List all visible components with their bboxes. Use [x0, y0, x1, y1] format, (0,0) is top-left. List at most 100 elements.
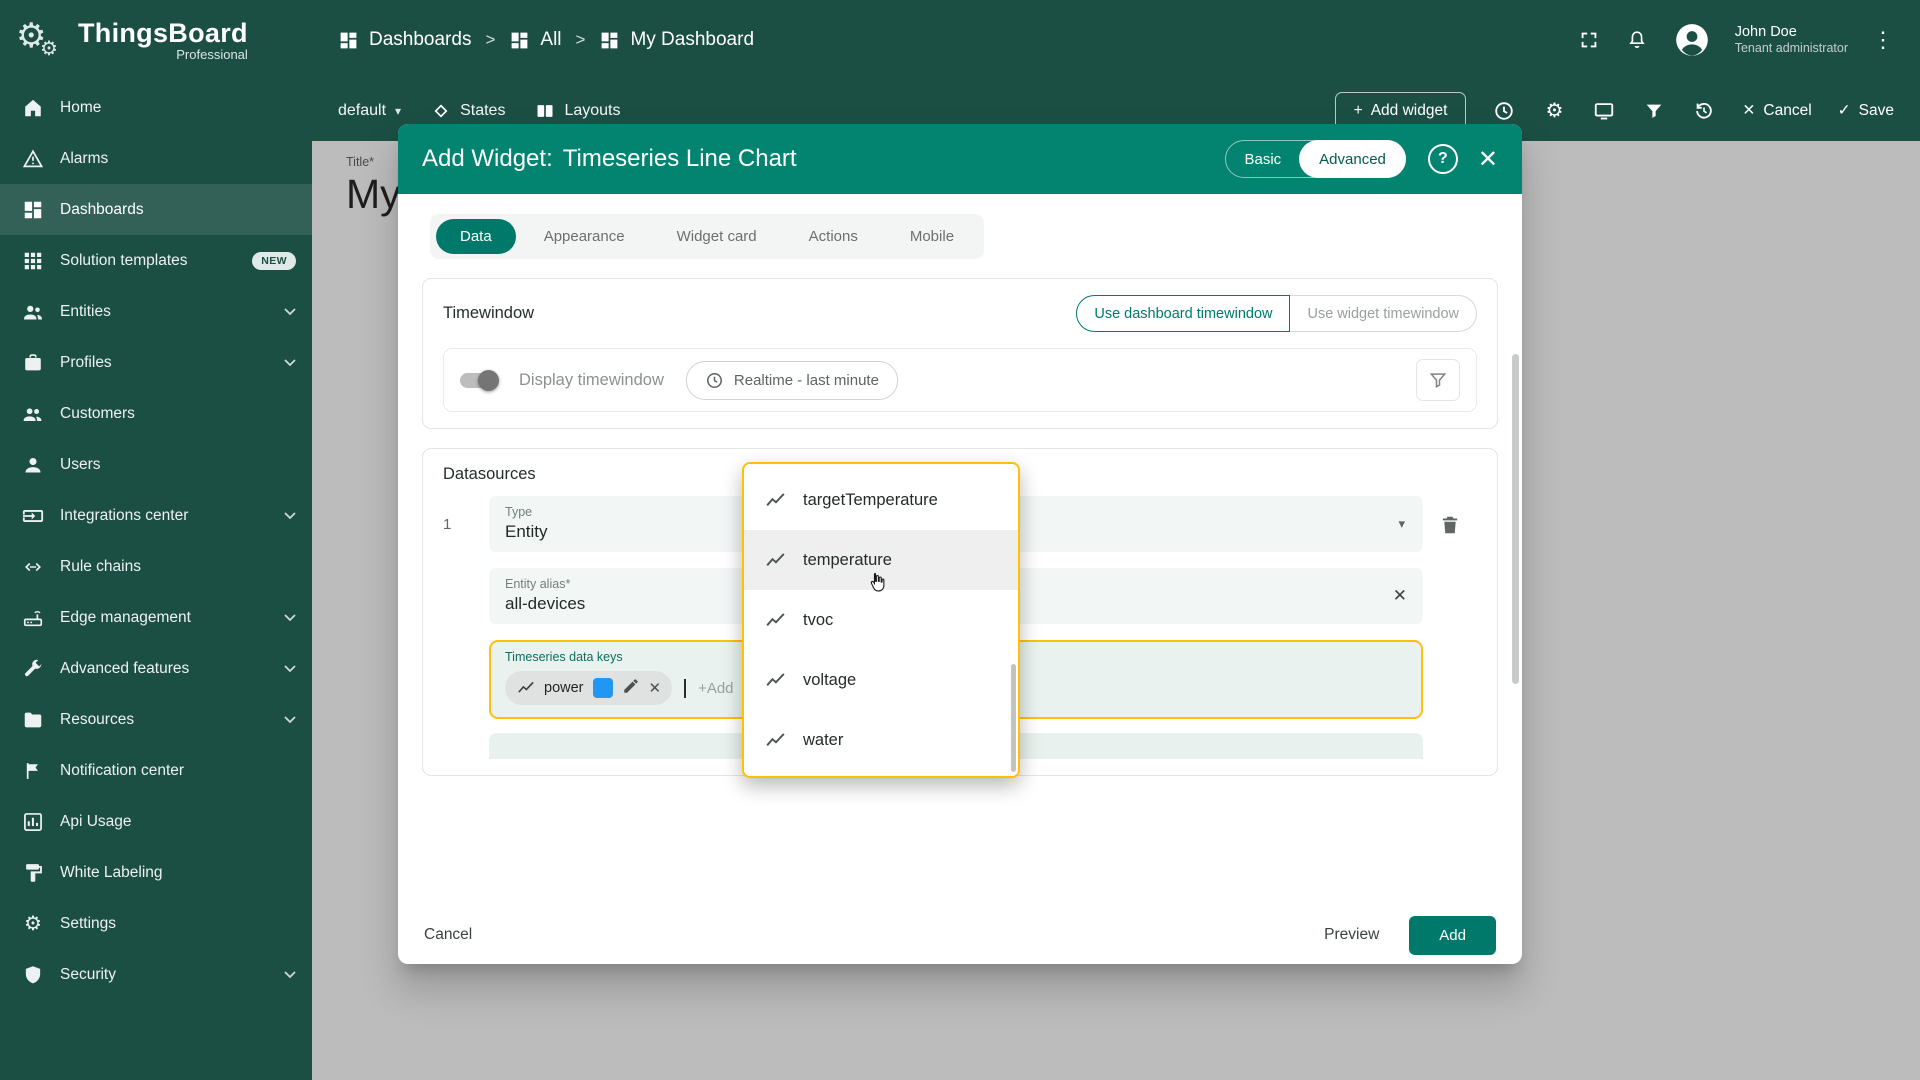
sidebar-item-users[interactable]: Users: [0, 439, 312, 490]
breadcrumb-separator: >: [575, 30, 586, 49]
realtime-timewindow-button[interactable]: Realtime - last minute: [685, 360, 898, 400]
save-dashboard-button[interactable]: ✓ Save: [1838, 101, 1894, 120]
use-dashboard-timewindow-button[interactable]: Use dashboard timewindow: [1076, 295, 1291, 332]
key-color-box[interactable]: [592, 678, 613, 698]
timewindow-row: Display timewindow Realtime - last minut…: [443, 348, 1477, 412]
breadcrumb: Dashboards > All > My Dashboard: [338, 29, 754, 51]
edge-management-icon: [22, 607, 44, 629]
chevron-down-icon: [284, 711, 296, 729]
sidebar-item-integrations-center[interactable]: Integrations center: [0, 490, 312, 541]
state-selector[interactable]: default ▾: [338, 102, 401, 120]
filters-icon[interactable]: [1642, 99, 1666, 123]
clear-alias-icon[interactable]: ✕: [1393, 586, 1407, 606]
sidebar-item-advanced-features[interactable]: Advanced features: [0, 643, 312, 694]
help-icon[interactable]: ?: [1427, 144, 1458, 174]
thingsboard-logo-icon: ⚙ ⚙: [16, 17, 58, 60]
alarms-icon: [22, 148, 44, 170]
tab-data[interactable]: Data: [436, 219, 516, 254]
logo[interactable]: ⚙ ⚙ ThingsBoard Professional: [0, 0, 312, 80]
add-key-input[interactable]: +Add: [698, 680, 733, 697]
entity-aliases-icon[interactable]: [1592, 99, 1616, 123]
dialog-add-button[interactable]: Add: [1409, 915, 1496, 955]
timewindow-source-toggle: Use dashboard timewindow Use widget time…: [1076, 295, 1477, 332]
fullscreen-icon[interactable]: [1577, 28, 1601, 52]
option-voltage[interactable]: voltage: [744, 650, 1018, 710]
data-key-chip-power[interactable]: power ✕: [505, 671, 673, 705]
sidebar-item-solution-templates[interactable]: Solution templates NEW: [0, 235, 312, 286]
option-tvoc[interactable]: tvoc: [744, 590, 1018, 650]
cancel-edit-button[interactable]: ✕ Cancel: [1742, 101, 1811, 120]
tab-mobile[interactable]: Mobile: [886, 219, 978, 254]
tab-actions[interactable]: Actions: [785, 219, 882, 254]
dropdown-scrollbar[interactable]: [1011, 664, 1016, 772]
sidebar-item-white-labeling[interactable]: White Labeling: [0, 847, 312, 898]
sidebar-item-security[interactable]: Security: [0, 949, 312, 1000]
states-icon: [434, 104, 448, 117]
breadcrumb-all[interactable]: All: [509, 29, 562, 51]
top-header: Dashboards > All > My Dashboard John Doe…: [312, 0, 1920, 80]
datasources-heading: Datasources: [443, 465, 536, 483]
tab-appearance[interactable]: Appearance: [520, 219, 649, 254]
sidebar-item-home[interactable]: Home: [0, 82, 312, 133]
solution-templates-icon: [22, 250, 44, 272]
advanced-mode-button[interactable]: Advanced: [1299, 140, 1406, 178]
version-history-icon[interactable]: [1692, 99, 1716, 123]
option-water[interactable]: water: [744, 710, 1018, 770]
check-icon: ✓: [1837, 102, 1851, 119]
kebab-menu-icon[interactable]: ⋮: [1872, 27, 1894, 53]
option-targetTemperature[interactable]: targetTemperature: [744, 470, 1018, 530]
edit-key-icon[interactable]: [622, 677, 640, 700]
entities-icon: [22, 301, 44, 323]
caret-down-icon: ▾: [395, 103, 402, 118]
sidebar-nav: Home Alarms Dashboards Solution template…: [0, 82, 312, 1000]
logo-subtitle: Professional: [176, 47, 248, 62]
breadcrumb-dashboards[interactable]: Dashboards: [338, 29, 471, 51]
timewindow-filter-button[interactable]: [1416, 359, 1460, 401]
chevron-down-icon: [284, 303, 296, 321]
settings-icon: ⚙: [24, 912, 42, 935]
dialog-cancel-button[interactable]: Cancel: [424, 926, 472, 944]
remove-key-icon[interactable]: ✕: [649, 679, 662, 697]
breadcrumb-my-dashboard[interactable]: My Dashboard: [599, 29, 754, 51]
resources-icon: [22, 709, 44, 731]
sidebar-item-profiles[interactable]: Profiles: [0, 337, 312, 388]
dialog-title: Add Widget:: [422, 145, 553, 172]
select-caret-icon[interactable]: ▾: [1398, 516, 1405, 532]
delete-datasource-icon[interactable]: [1439, 514, 1461, 536]
use-widget-timewindow-button[interactable]: Use widget timewindow: [1290, 295, 1477, 332]
sidebar-item-notification-center[interactable]: Notification center: [0, 745, 312, 796]
users-icon: [22, 454, 44, 476]
basic-mode-button[interactable]: Basic: [1226, 151, 1299, 168]
layouts-button[interactable]: Layouts: [535, 101, 620, 121]
dialog-header: Add Widget: Timeseries Line Chart Basic …: [398, 124, 1522, 194]
sidebar-item-edge-management[interactable]: Edge management: [0, 592, 312, 643]
sidebar-item-alarms[interactable]: Alarms: [0, 133, 312, 184]
user-role: Tenant administrator: [1734, 41, 1848, 56]
close-icon: ✕: [1742, 102, 1756, 119]
advanced-features-icon: [22, 658, 44, 680]
notifications-bell-icon[interactable]: [1625, 28, 1649, 52]
sidebar-item-customers[interactable]: Customers: [0, 388, 312, 439]
sidebar-item-settings[interactable]: ⚙ Settings: [0, 898, 312, 949]
chevron-down-icon: [284, 966, 296, 984]
line-chart-icon: [518, 681, 534, 693]
sidebar-item-api-usage[interactable]: Api Usage: [0, 796, 312, 847]
chevron-down-icon: [284, 660, 296, 678]
dialog-preview-button[interactable]: Preview: [1324, 926, 1379, 944]
dashboard-settings-gear-icon[interactable]: ⚙: [1542, 99, 1566, 123]
dialog-scrollbar[interactable]: [1512, 354, 1519, 684]
timewindow-clock-icon[interactable]: [1492, 99, 1516, 123]
rule-chains-icon: [22, 556, 44, 578]
close-icon[interactable]: ✕: [1478, 145, 1498, 174]
sidebar-item-entities[interactable]: Entities: [0, 286, 312, 337]
sidebar-item-rule-chains[interactable]: Rule chains: [0, 541, 312, 592]
avatar[interactable]: [1673, 21, 1711, 59]
chevron-down-icon: [284, 507, 296, 525]
tab-widget-card[interactable]: Widget card: [653, 219, 781, 254]
chevron-down-icon: [284, 609, 296, 627]
states-button[interactable]: States: [431, 101, 505, 121]
sidebar-item-dashboards[interactable]: Dashboards: [0, 184, 312, 235]
line-chart-icon: [766, 552, 785, 566]
display-timewindow-toggle[interactable]: [460, 369, 499, 391]
sidebar-item-resources[interactable]: Resources: [0, 694, 312, 745]
